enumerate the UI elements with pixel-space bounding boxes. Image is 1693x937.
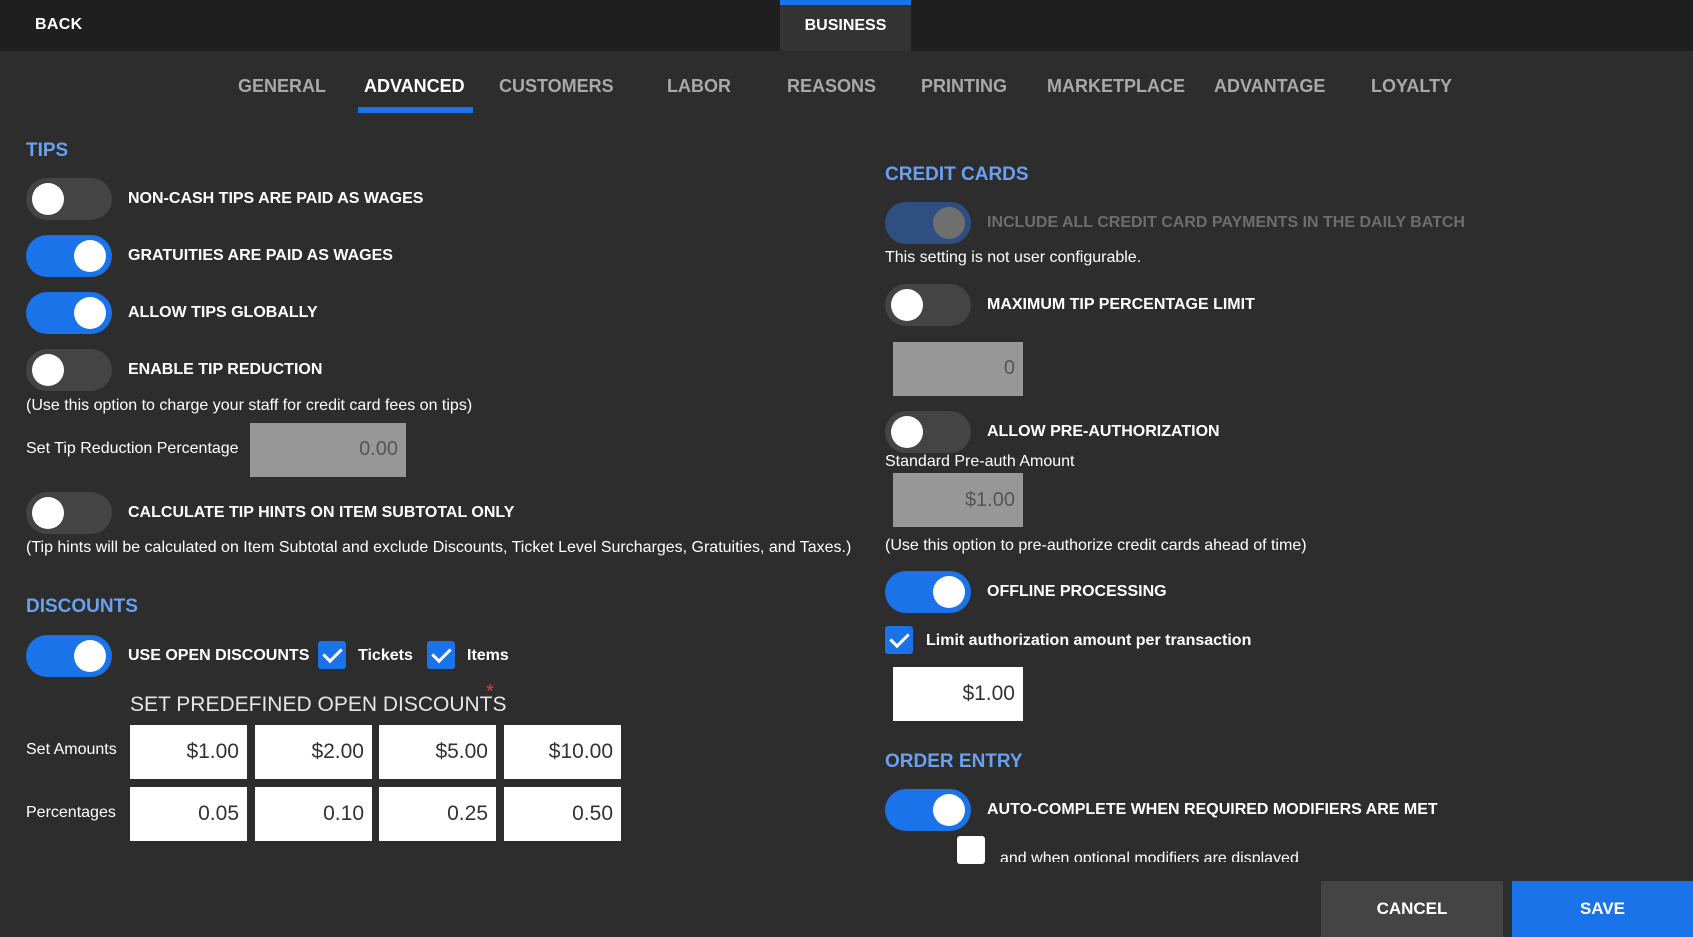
order-entry-section-title: ORDER ENTRY xyxy=(885,751,1023,772)
tip-reduction-toggle[interactable] xyxy=(26,349,112,391)
tip-hints-note: (Tip hints will be calculated on Item Su… xyxy=(26,539,852,556)
cancel-button[interactable]: CANCEL xyxy=(1321,881,1503,937)
tab-general[interactable]: GENERAL xyxy=(238,76,326,97)
active-tab-indicator xyxy=(358,107,473,113)
limit-auth-checkbox[interactable] xyxy=(885,626,913,654)
autocomplete-toggle[interactable] xyxy=(885,789,971,831)
percentage-input-1[interactable]: 0.05 xyxy=(130,787,247,841)
percentage-input-3[interactable]: 0.25 xyxy=(379,787,496,841)
tab-labor[interactable]: LABOR xyxy=(667,76,731,97)
max-tip-toggle[interactable] xyxy=(885,284,971,326)
toggle-knob xyxy=(74,297,106,329)
percentage-input-4[interactable]: 0.50 xyxy=(504,787,621,841)
daily-batch-label: INCLUDE ALL CREDIT CARD PAYMENTS IN THE … xyxy=(987,214,1465,231)
toggle-knob xyxy=(891,289,923,321)
discounts-section-title: DISCOUNTS xyxy=(26,596,138,617)
toggle-knob xyxy=(74,640,106,672)
required-asterisk: * xyxy=(486,681,494,703)
tip-reduction-percentage-input[interactable]: 0.00 xyxy=(250,423,406,477)
tickets-label: Tickets xyxy=(358,647,413,664)
toggle-knob xyxy=(74,240,106,272)
open-discounts-label: USE OPEN DISCOUNTS xyxy=(128,647,310,664)
save-button[interactable]: SAVE xyxy=(1512,881,1693,937)
preauth-amount-input[interactable]: $1.00 xyxy=(893,473,1023,527)
non-cash-tips-label: NON-CASH TIPS ARE PAID AS WAGES xyxy=(128,190,424,207)
toggle-knob xyxy=(32,183,64,215)
max-tip-label: MAXIMUM TIP PERCENTAGE LIMIT xyxy=(987,296,1255,313)
allow-tips-toggle[interactable] xyxy=(26,292,112,334)
not-configurable-note: This setting is not user configurable. xyxy=(885,249,1142,266)
tip-reduction-percentage-label: Set Tip Reduction Percentage xyxy=(26,440,239,457)
toggle-knob xyxy=(891,416,923,448)
offline-processing-toggle[interactable] xyxy=(885,571,971,613)
tips-section-title: TIPS xyxy=(26,140,69,161)
set-amounts-label: Set Amounts xyxy=(26,741,117,758)
predefined-discounts-title: SET PREDEFINED OPEN DISCOUNTS xyxy=(130,693,507,716)
preauth-note: (Use this option to pre-authorize credit… xyxy=(885,537,1307,554)
items-checkbox[interactable] xyxy=(427,641,455,669)
optional-modifiers-label: and when optional modifiers are displaye… xyxy=(1000,850,1299,862)
tip-reduction-label: ENABLE TIP REDUCTION xyxy=(128,361,323,378)
tab-customers[interactable]: CUSTOMERS xyxy=(499,76,614,97)
tab-business[interactable]: BUSINESS xyxy=(780,0,911,51)
preauth-toggle[interactable] xyxy=(885,411,971,453)
percentage-input-2[interactable]: 0.10 xyxy=(255,787,372,841)
allow-tips-label: ALLOW TIPS GLOBALLY xyxy=(128,304,318,321)
amount-input-4[interactable]: $10.00 xyxy=(504,725,621,779)
tab-reasons[interactable]: REASONS xyxy=(787,76,876,97)
preauth-amount-label: Standard Pre-auth Amount xyxy=(885,453,1075,470)
tickets-checkbox[interactable] xyxy=(318,641,346,669)
tip-hints-label: CALCULATE TIP HINTS ON ITEM SUBTOTAL ONL… xyxy=(128,504,515,521)
tab-advanced[interactable]: ADVANCED xyxy=(364,76,465,97)
credit-cards-section-title: CREDIT CARDS xyxy=(885,164,1029,185)
toggle-knob xyxy=(32,497,64,529)
toggle-knob xyxy=(933,794,965,826)
offline-processing-label: OFFLINE PROCESSING xyxy=(987,583,1167,600)
limit-auth-label: Limit authorization amount per transacti… xyxy=(926,632,1252,649)
tab-loyalty[interactable]: LOYALTY xyxy=(1371,76,1452,97)
amount-input-2[interactable]: $2.00 xyxy=(255,725,372,779)
open-discounts-toggle[interactable] xyxy=(26,635,112,677)
items-label: Items xyxy=(467,647,509,664)
preauth-label: ALLOW PRE-AUTHORIZATION xyxy=(987,423,1220,440)
toggle-knob xyxy=(933,207,965,239)
toggle-knob xyxy=(32,354,64,386)
amount-input-1[interactable]: $1.00 xyxy=(130,725,247,779)
autocomplete-label: AUTO-COMPLETE WHEN REQUIRED MODIFIERS AR… xyxy=(987,801,1438,818)
toggle-knob xyxy=(933,576,965,608)
tab-printing[interactable]: PRINTING xyxy=(921,76,1007,97)
tab-advantage[interactable]: ADVANTAGE xyxy=(1214,76,1325,97)
percentages-label: Percentages xyxy=(26,804,116,821)
tip-reduction-note: (Use this option to charge your staff fo… xyxy=(26,397,473,414)
limit-auth-input[interactable]: $1.00 xyxy=(893,667,1023,721)
amount-input-3[interactable]: $5.00 xyxy=(379,725,496,779)
gratuities-toggle[interactable] xyxy=(26,235,112,277)
max-tip-input[interactable]: 0 xyxy=(893,342,1023,396)
non-cash-tips-toggle[interactable] xyxy=(26,178,112,220)
tab-marketplace[interactable]: MARKETPLACE xyxy=(1047,76,1185,97)
top-bar: BACK BUSINESS xyxy=(0,0,1693,51)
tip-hints-toggle[interactable] xyxy=(26,492,112,534)
optional-modifiers-clip: and when optional modifiers are displaye… xyxy=(955,848,1355,862)
daily-batch-toggle xyxy=(885,202,971,244)
back-button[interactable]: BACK xyxy=(35,16,82,34)
gratuities-label: GRATUITIES ARE PAID AS WAGES xyxy=(128,247,393,264)
